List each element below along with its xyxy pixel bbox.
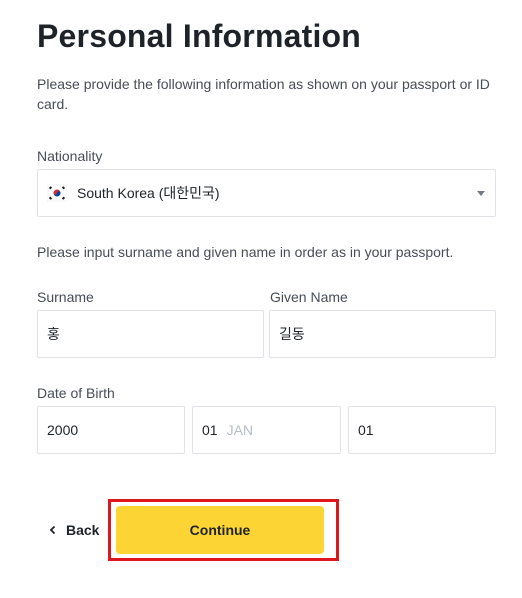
chevron-left-icon	[49, 525, 56, 535]
surname-label: Surname	[37, 289, 94, 305]
birth-year-input[interactable]: 2000	[37, 406, 185, 454]
date-of-birth-label: Date of Birth	[37, 385, 115, 401]
given-name-value: 길동	[279, 326, 305, 342]
birth-month-select[interactable]: 01 JAN	[192, 406, 341, 454]
back-button-label: Back	[66, 522, 100, 538]
birth-year-value: 2000	[47, 422, 79, 438]
name-instruction: Please input surname and given name in o…	[37, 244, 454, 260]
surname-value: 홍	[47, 326, 60, 342]
birth-month-hint: JAN	[226, 422, 254, 438]
personal-information-page: Personal Information Please provide the …	[0, 0, 522, 598]
birth-day-input[interactable]: 01	[348, 406, 496, 454]
nationality-value: South Korea (대한민국)	[77, 185, 220, 201]
nationality-select[interactable]: South Korea (대한민국)	[37, 169, 496, 217]
caret-down-icon[interactable]	[477, 191, 485, 196]
intro-text: Please provide the following information…	[37, 76, 490, 112]
birth-month-value: 01	[202, 422, 218, 438]
page-title: Personal Information	[37, 18, 362, 54]
given-name-label: Given Name	[270, 289, 348, 305]
south-korea-flag-icon	[46, 183, 68, 203]
surname-input[interactable]: 홍	[37, 310, 264, 358]
back-button[interactable]: Back	[48, 518, 99, 542]
given-name-input[interactable]: 길동	[269, 310, 496, 358]
continue-button[interactable]: Continue	[116, 506, 324, 554]
birth-day-value: 01	[358, 422, 374, 438]
nationality-label: Nationality	[37, 148, 103, 164]
